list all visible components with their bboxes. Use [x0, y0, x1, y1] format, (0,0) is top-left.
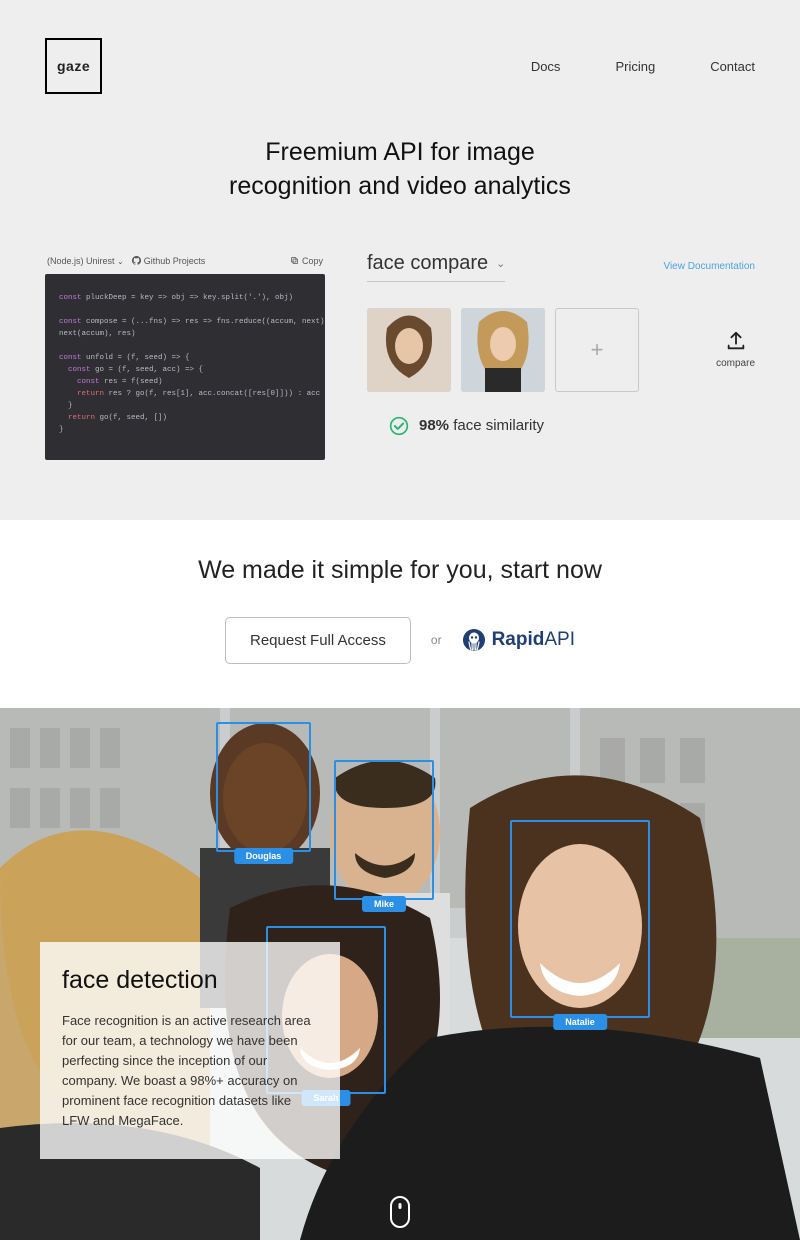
compare-title-text: face compare: [367, 252, 488, 275]
hero-section: gaze Docs Pricing Contact Freemium API f…: [0, 0, 800, 520]
view-documentation-link[interactable]: View Documentation: [663, 261, 755, 272]
chevron-down-icon: ⌄: [496, 257, 505, 270]
rapidapi-link[interactable]: RapidAPI: [462, 628, 575, 652]
copy-label: Copy: [302, 256, 323, 266]
face-box-douglas: Douglas: [216, 722, 311, 852]
compare-action-label: compare: [716, 358, 755, 369]
similarity-pct: 98%: [419, 417, 449, 434]
copy-button[interactable]: Copy: [290, 256, 323, 266]
nav-links: Docs Pricing Contact: [531, 59, 755, 74]
cta-section: We made it simple for you, start now Req…: [0, 520, 800, 708]
cta-row: Request Full Access or RapidAPI: [0, 617, 800, 664]
github-icon: [132, 256, 141, 265]
check-circle-icon: [389, 416, 409, 436]
chevron-down-icon: ⌄: [117, 257, 124, 266]
code-block: const pluckDeep = key => obj => key.spli…: [45, 274, 325, 460]
demo-row: (Node.js) Unirest ⌄ Github Projects Copy…: [45, 252, 755, 460]
face-detection-card: face detection Face recognition is an ac…: [40, 942, 340, 1160]
rapid-brand: RapidAPI: [492, 629, 575, 651]
face-label: Mike: [362, 896, 406, 912]
similarity-label: face similarity: [453, 417, 544, 434]
nav-link-pricing[interactable]: Pricing: [615, 59, 655, 74]
copy-icon: [290, 256, 299, 265]
face-detection-hero: DouglasMikeNatalieSarah face detection F…: [0, 708, 800, 1240]
or-separator: or: [431, 633, 442, 647]
face-thumb-2[interactable]: [461, 308, 545, 392]
compare-panel: face compare ⌄ View Documentation + comp…: [367, 252, 755, 436]
hero-title: Freemium API for image recognition and v…: [45, 136, 755, 204]
github-projects-link[interactable]: Github Projects: [132, 256, 206, 266]
compare-dropdown[interactable]: face compare ⌄: [367, 252, 505, 282]
thumbnails-row: + compare: [367, 308, 755, 392]
card-title: face detection: [62, 966, 318, 995]
face-box-natalie: Natalie: [510, 820, 650, 1018]
lang-selector[interactable]: (Node.js) Unirest ⌄: [47, 256, 124, 266]
cta-heading: We made it simple for you, start now: [0, 556, 800, 585]
face-thumb-1[interactable]: [367, 308, 451, 392]
face-label: Douglas: [234, 848, 294, 864]
hero-title-line1: Freemium API for image: [265, 138, 535, 166]
lang-label: (Node.js) Unirest: [47, 256, 115, 266]
similarity-result: 98% face similarity: [389, 416, 755, 436]
face-label: Natalie: [553, 1014, 607, 1030]
rapidapi-icon: [462, 628, 486, 652]
compare-button[interactable]: compare: [716, 330, 755, 369]
request-access-button[interactable]: Request Full Access: [225, 617, 411, 664]
similarity-text: 98% face similarity: [419, 417, 544, 434]
upload-icon: [725, 330, 747, 352]
code-panel: (Node.js) Unirest ⌄ Github Projects Copy…: [45, 252, 325, 460]
scroll-indicator-icon: [390, 1196, 410, 1228]
hero-title-line2: recognition and video analytics: [229, 172, 571, 200]
code-toolbar: (Node.js) Unirest ⌄ Github Projects Copy: [45, 252, 325, 274]
nav-link-contact[interactable]: Contact: [710, 59, 755, 74]
github-label: Github Projects: [144, 256, 206, 266]
face-box-mike: Mike: [334, 760, 434, 900]
nav-link-docs[interactable]: Docs: [531, 59, 561, 74]
compare-head: face compare ⌄ View Documentation: [367, 252, 755, 290]
add-image-button[interactable]: +: [555, 308, 639, 392]
top-nav: gaze Docs Pricing Contact: [45, 38, 755, 94]
logo[interactable]: gaze: [45, 38, 102, 94]
card-body: Face recognition is an active research a…: [62, 1011, 318, 1132]
